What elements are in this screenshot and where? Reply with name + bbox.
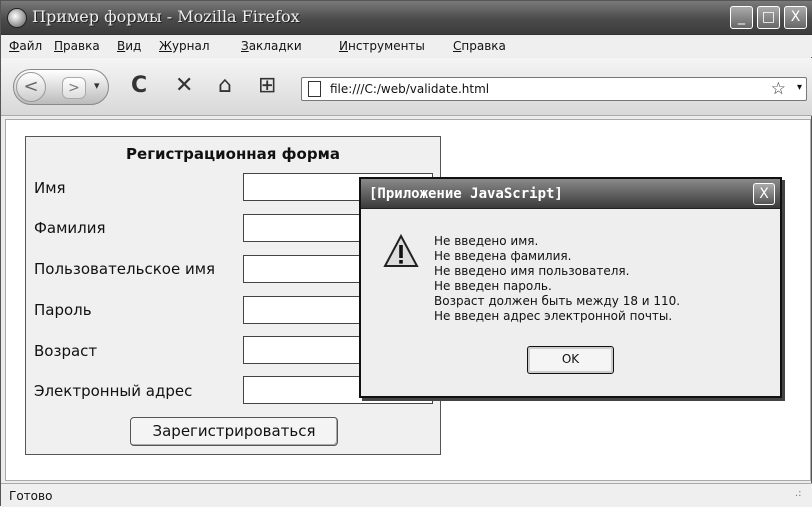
browser-window: Пример формы - Mozilla Firefox _ □ X Фай… xyxy=(0,0,812,507)
warning-icon xyxy=(383,234,419,267)
ok-button[interactable]: OK xyxy=(527,346,614,374)
message-line: Не введен адрес электронной почты. xyxy=(434,309,673,323)
message-line: Возраст должен быть между 18 и 110. xyxy=(434,294,681,308)
username-label: Пользовательское имя xyxy=(34,260,216,278)
message-line: Не введен пароль. xyxy=(434,279,552,293)
forward-button[interactable]: > xyxy=(62,77,86,99)
register-button[interactable]: Зарегистрироваться xyxy=(130,417,338,446)
menu-accel: В xyxy=(117,39,126,53)
menu-label: акладки xyxy=(248,39,302,53)
age-label: Возраст xyxy=(34,342,98,360)
menu-accel: И xyxy=(339,39,348,53)
menu-tools[interactable]: Инструменты xyxy=(339,39,425,53)
last-name-label: Фамилия xyxy=(34,219,106,237)
dialog-close-button[interactable]: X xyxy=(753,183,775,205)
status-text: Готово xyxy=(9,489,53,503)
page-icon xyxy=(308,81,321,97)
title-bar[interactable]: Пример формы - Mozilla Firefox _ □ X xyxy=(1,1,812,35)
menu-accel: З xyxy=(241,39,249,53)
resize-grip-icon[interactable]: .: xyxy=(795,488,811,504)
home-icon[interactable]: ⌂ xyxy=(218,74,232,98)
menu-label: равка xyxy=(63,39,100,53)
menu-file[interactable]: Файл xyxy=(9,39,42,53)
menu-label: нструменты xyxy=(347,39,425,53)
alert-dialog: [Приложение JavaScript] X Не введено имя… xyxy=(359,177,782,398)
dialog-message: Не введено имя. Не введена фамилия. Не в… xyxy=(434,234,680,324)
stop-icon[interactable]: ✕ xyxy=(175,74,193,98)
star-icon[interactable]: ☆ xyxy=(771,79,786,99)
window-title: Пример формы - Mozilla Firefox xyxy=(32,7,300,26)
password-label: Пароль xyxy=(34,301,92,319)
bookmarks-icon[interactable]: ⊞ xyxy=(258,74,276,98)
history-dropdown-icon[interactable]: ▾ xyxy=(94,79,100,92)
menu-label: правка xyxy=(461,39,506,53)
back-button[interactable]: < xyxy=(16,72,46,102)
close-button[interactable]: X xyxy=(784,6,807,29)
message-line: Не введено имя. xyxy=(434,234,539,248)
navigation-toolbar: < > ▾ C ✕ ⌂ ⊞ file:///C:/web/validate.ht… xyxy=(1,58,812,116)
menu-label: айл xyxy=(19,39,43,53)
menu-bookmarks[interactable]: Закладки xyxy=(241,39,302,53)
url-dropdown-icon[interactable]: ▾ xyxy=(797,82,802,93)
firefox-icon xyxy=(7,8,27,28)
menu-label: урнал xyxy=(171,39,210,53)
menu-bar: Файл Правка Вид Журнал Закладки Инструме… xyxy=(1,35,812,57)
dialog-title-bar[interactable]: [Приложение JavaScript] X xyxy=(361,179,780,209)
status-bar: Готово .: xyxy=(1,483,812,507)
menu-accel: Ж xyxy=(159,39,172,53)
form-title: Регистрационная форма xyxy=(126,145,340,163)
menu-help[interactable]: Справка xyxy=(453,39,506,53)
menu-accel: П xyxy=(54,39,64,53)
menu-view[interactable]: Вид xyxy=(117,39,141,53)
menu-history[interactable]: Журнал xyxy=(159,39,210,53)
minimize-button[interactable]: _ xyxy=(730,6,753,29)
url-text[interactable]: file:///C:/web/validate.html xyxy=(330,82,489,96)
dialog-title: [Приложение JavaScript] xyxy=(369,186,563,202)
menu-accel: Ф xyxy=(9,39,20,53)
menu-label: ид xyxy=(125,39,142,53)
first-name-label: Имя xyxy=(34,179,66,197)
message-line: Не введено имя пользователя. xyxy=(434,264,630,278)
maximize-button[interactable]: □ xyxy=(757,6,780,29)
message-line: Не введена фамилия. xyxy=(434,249,572,263)
back-forward-group: < > ▾ xyxy=(13,69,109,105)
menu-edit[interactable]: Правка xyxy=(54,39,100,53)
url-bar[interactable]: file:///C:/web/validate.html ☆ ▾ xyxy=(301,77,807,101)
reload-icon[interactable]: C xyxy=(131,74,147,98)
email-label: Электронный адрес xyxy=(34,382,193,400)
